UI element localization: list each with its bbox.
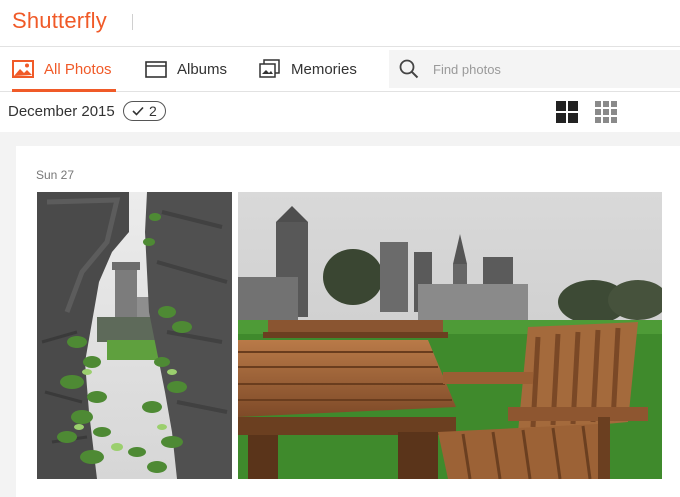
photo-thumbnail-2[interactable] [238, 192, 662, 479]
selected-count: 2 [149, 103, 157, 119]
search-icon [399, 59, 419, 79]
photo-image [37, 192, 232, 479]
header-divider [132, 14, 133, 30]
app-header: Shutterfly [0, 0, 680, 47]
photo-image [238, 192, 662, 479]
selected-count-badge[interactable]: 2 [123, 101, 166, 121]
search-box[interactable] [389, 50, 680, 88]
tab-label: Memories [291, 60, 357, 78]
small-grid-view-icon[interactable] [595, 101, 617, 123]
search-input[interactable] [431, 60, 655, 78]
shutterfly-logo[interactable]: Shutterfly [12, 8, 107, 34]
photo-icon [12, 59, 34, 79]
tab-label: All Photos [44, 60, 112, 78]
photo-toolbar: December 2015 [0, 92, 680, 132]
month-label: December 2015 [8, 103, 115, 120]
tab-memories[interactable]: Memories [259, 47, 357, 91]
day-label: Sun 27 [36, 168, 75, 182]
nav-bar: All Photos Albums Memories [0, 47, 680, 92]
tab-albums[interactable]: Albums [145, 47, 227, 91]
tab-all-photos[interactable]: All Photos [12, 47, 116, 92]
photo-thumbnail-1[interactable] [37, 192, 232, 479]
tab-label: Albums [177, 60, 228, 78]
check-icon [132, 106, 144, 116]
large-grid-view-icon[interactable] [556, 101, 578, 123]
album-icon [145, 59, 167, 79]
memories-icon [259, 59, 281, 79]
